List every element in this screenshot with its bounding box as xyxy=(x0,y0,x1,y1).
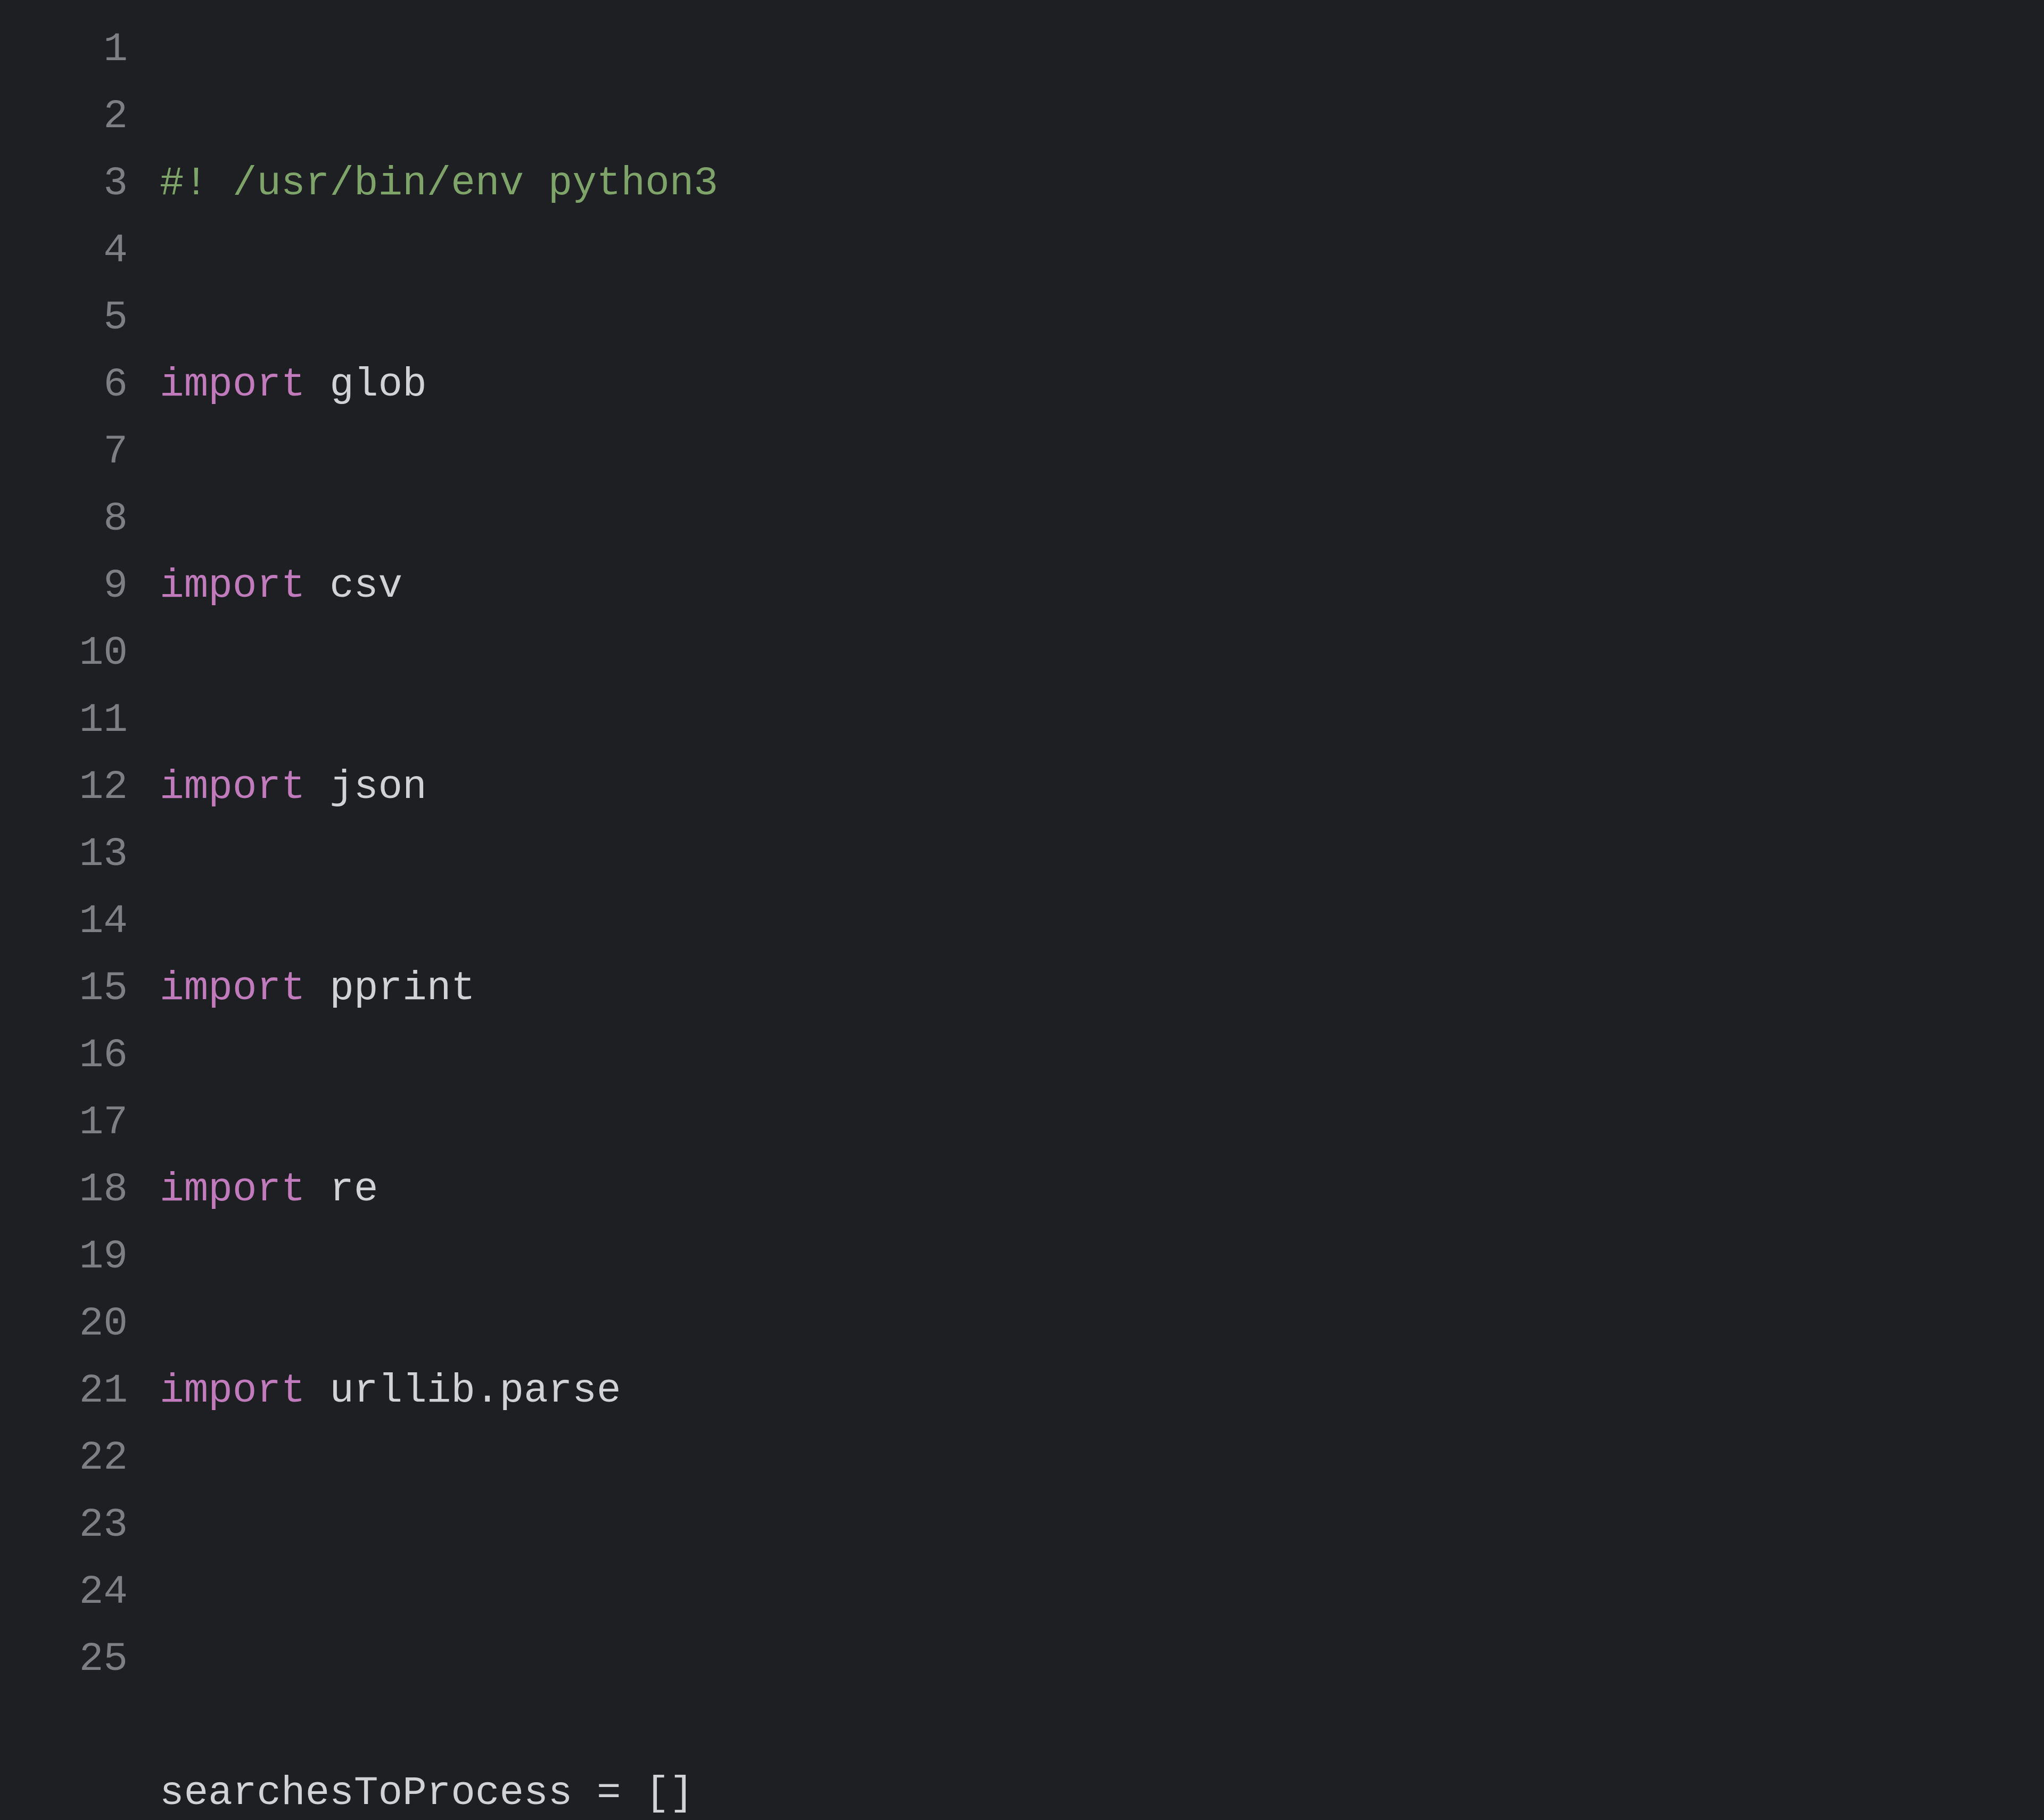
code-line: import pprint xyxy=(160,955,2044,1022)
line-number: 11 xyxy=(32,687,128,754)
code-editor: 1 2 3 4 5 6 7 8 9 10 11 12 13 14 15 16 1… xyxy=(0,0,2044,1820)
module-name: pprint xyxy=(306,966,475,1011)
kw-import: import xyxy=(160,563,306,609)
code-area[interactable]: #! /usr/bin/env python3 import glob impo… xyxy=(160,16,2044,1804)
shebang-comment: #! /usr/bin/env python3 xyxy=(160,161,718,207)
line-number: 17 xyxy=(32,1089,128,1156)
code-line: import urllib.parse xyxy=(160,1357,2044,1424)
dot: . xyxy=(475,1368,500,1414)
module-name: re xyxy=(306,1167,378,1213)
kw-import: import xyxy=(160,1368,306,1414)
line-number: 22 xyxy=(32,1424,128,1492)
kw-import: import xyxy=(160,362,306,408)
line-number: 23 xyxy=(32,1492,128,1559)
line-number: 4 xyxy=(32,217,128,284)
line-number: 2 xyxy=(32,83,128,150)
module-name: urllib xyxy=(306,1368,475,1414)
module-name: json xyxy=(306,764,427,810)
kw-import: import xyxy=(160,966,306,1011)
line-number xyxy=(32,1693,128,1760)
line-number: 7 xyxy=(32,418,128,485)
kw-import: import xyxy=(160,764,306,810)
code-line: #! /usr/bin/env python3 xyxy=(160,150,2044,217)
code-line: import re xyxy=(160,1156,2044,1223)
line-number: 3 xyxy=(32,150,128,217)
line-number: 19 xyxy=(32,1223,128,1290)
code-line: import csv xyxy=(160,553,2044,620)
identifier: searchesToProcess xyxy=(160,1770,597,1816)
code-line: import glob xyxy=(160,351,2044,418)
line-number: 9 xyxy=(32,553,128,620)
line-number: 5 xyxy=(32,284,128,351)
module-name: glob xyxy=(306,362,427,408)
line-number: 21 xyxy=(32,1357,128,1424)
line-number: 16 xyxy=(32,1022,128,1089)
line-number: 24 xyxy=(32,1559,128,1626)
line-number: 14 xyxy=(32,888,128,955)
module-name: parse xyxy=(500,1368,621,1414)
module-name: csv xyxy=(306,563,402,609)
line-number: 13 xyxy=(32,821,128,888)
code-line-blank xyxy=(160,1559,2044,1626)
op-assign: = xyxy=(597,1770,621,1816)
line-number: 10 xyxy=(32,620,128,687)
line-number: 25 xyxy=(32,1626,128,1693)
kw-import: import xyxy=(160,1167,306,1213)
list-literal: [] xyxy=(621,1770,694,1816)
line-number: 18 xyxy=(32,1156,128,1223)
line-number-gutter: 1 2 3 4 5 6 7 8 9 10 11 12 13 14 15 16 1… xyxy=(0,16,160,1804)
line-number: 1 xyxy=(32,16,128,83)
line-number: 8 xyxy=(32,485,128,553)
code-line: searchesToProcess = [] xyxy=(160,1760,2044,1820)
line-number: 6 xyxy=(32,351,128,418)
line-number: 15 xyxy=(32,955,128,1022)
line-number: 12 xyxy=(32,754,128,821)
line-number: 20 xyxy=(32,1290,128,1357)
code-line: import json xyxy=(160,754,2044,821)
